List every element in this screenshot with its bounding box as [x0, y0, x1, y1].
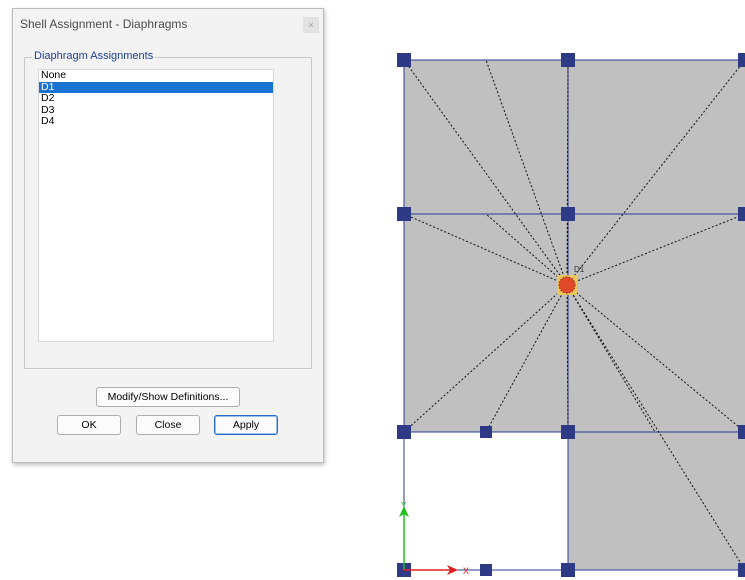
joint[interactable]: [397, 207, 411, 221]
list-item-d4[interactable]: D4: [39, 115, 273, 128]
shell-area-middle[interactable]: [404, 214, 745, 432]
joint[interactable]: [561, 563, 575, 577]
shell-area-bottom-right[interactable]: [568, 432, 745, 570]
joint[interactable]: [738, 563, 745, 577]
joint[interactable]: [561, 53, 575, 67]
dialog-title: Shell Assignment - Diaphragms: [20, 17, 188, 31]
shell-area-top-right[interactable]: [568, 60, 745, 214]
joint[interactable]: [397, 53, 411, 67]
joint[interactable]: [738, 425, 745, 439]
ok-button[interactable]: OK: [57, 415, 121, 435]
close-button[interactable]: Close: [136, 415, 200, 435]
joint[interactable]: [480, 564, 492, 576]
diaphragm-listbox[interactable]: None D1 D2 D3 D4: [38, 69, 274, 342]
list-item-d1[interactable]: D1: [39, 81, 273, 93]
modify-show-definitions-button[interactable]: Modify/Show Definitions...: [96, 387, 240, 407]
list-item-none[interactable]: None: [39, 69, 273, 82]
joint[interactable]: [561, 425, 575, 439]
joint[interactable]: [397, 425, 411, 439]
dialog-titlebar[interactable]: Shell Assignment - Diaphragms ×: [13, 9, 323, 39]
list-item-d2[interactable]: D2: [39, 92, 273, 105]
shell-area-top-left[interactable]: [404, 60, 568, 214]
x-axis-label: X: [463, 566, 469, 576]
joint[interactable]: [480, 426, 492, 438]
joint[interactable]: [738, 207, 745, 221]
list-item-d3[interactable]: D3: [39, 104, 273, 117]
diaphragm-label: D1: [574, 265, 585, 274]
apply-button[interactable]: Apply: [214, 415, 278, 435]
joint[interactable]: [738, 53, 745, 67]
close-icon[interactable]: ×: [303, 17, 319, 33]
joint[interactable]: [561, 207, 575, 221]
group-label: Diaphragm Assignments: [32, 50, 156, 62]
y-axis-label: Y: [401, 501, 407, 510]
